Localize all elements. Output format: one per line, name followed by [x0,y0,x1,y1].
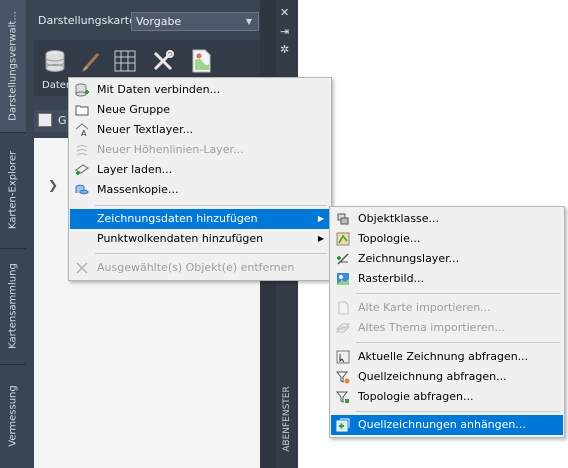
contour-layer-icon [75,143,89,157]
menu-item-neuer-hoehenlinien-layer[interactable]: Neuer Höhenlinien-Layer... [70,140,330,160]
database-icon[interactable] [42,48,68,74]
drawing-layer-icon [336,252,350,266]
menu-item-aktuelle-zeichnung-abfragen[interactable]: Aktuelle Zeichnung abfragen... [331,347,563,367]
submenu-zeichnungsdaten: Objektklasse... Topologie... Zeichnungsl… [329,206,565,438]
query-current-icon [336,350,350,364]
menu-item-neue-gruppe[interactable]: Neue Gruppe [70,100,330,120]
menu-item-massenkopie[interactable]: Massenkopie... [70,180,330,200]
menu-separator [356,342,560,343]
table-icon[interactable] [112,48,138,74]
tools-icon[interactable] [150,48,176,74]
menu-item-topologie-abfragen[interactable]: Topologie abfragen... [331,387,563,407]
context-menu: Mit Daten verbinden... Neue Gruppe A Neu… [68,77,332,281]
database-connect-icon [75,83,89,97]
tab-darstellungsverwaltung[interactable]: Darstellungsverwalt... [0,0,26,133]
menu-item-altes-thema-importieren[interactable]: Altes Thema importieren... [331,318,563,338]
submenu-arrow-icon: ▶ [317,234,324,243]
settings-icon[interactable]: ✲ [280,44,289,55]
menu-item-punktwolkendaten-hinzufuegen[interactable]: Punktwolkendaten hinzufügen ▶ [70,229,330,249]
bulk-copy-icon [75,183,89,197]
menu-item-zeichnungslayer[interactable]: Zeichnungslayer... [331,249,563,269]
palette-title-label: ABENFENSTER [282,386,292,452]
map-select-value: Vorgabe [136,15,182,28]
layer-view-icon[interactable] [38,113,52,127]
map-document-icon[interactable] [188,48,214,74]
attach-drawings-icon [336,418,350,432]
feature-class-icon [336,212,350,226]
raster-image-icon [336,272,350,286]
map-select-dropdown[interactable]: Vorgabe ▼ [131,12,259,31]
old-map-icon [336,301,350,315]
menu-item-quellzeichnung-abfragen[interactable]: Quellzeichnung abfragen... [331,367,563,387]
menu-item-alte-karte-importieren[interactable]: Alte Karte importieren... [331,298,563,318]
close-icon[interactable]: ✕ [280,7,289,18]
text-layer-icon: A [75,123,89,138]
menu-item-objektklasse[interactable]: Objektklasse... [331,209,563,229]
layer-load-icon [75,163,89,177]
chevron-down-icon: ▼ [245,17,252,26]
map-select-label: Darstellungskarte: [38,14,140,27]
topology-icon [336,232,350,246]
folder-icon [75,103,89,117]
menu-item-rasterbild[interactable]: Rasterbild... [331,269,563,289]
chevron-down-icon[interactable]: ❯ [48,178,58,192]
menu-item-neuer-textlayer[interactable]: A Neuer Textlayer... [70,120,330,140]
layer-toolbar-text: G [58,114,67,127]
tab-kartensammlung[interactable]: Kartensammlung [0,248,26,365]
tab-vermessung[interactable]: Vermessung [0,364,26,468]
query-source-icon [335,370,350,384]
menu-separator [95,205,327,206]
query-topology-icon [335,390,350,404]
menu-item-objekte-entfernen[interactable]: Ausgewählte(s) Objekt(e) entfernen [70,258,330,278]
menu-item-mit-daten-verbinden[interactable]: Mit Daten verbinden... [70,80,330,100]
old-theme-icon [335,321,351,335]
menu-separator [95,253,327,254]
remove-icon [75,261,89,275]
vertical-tab-strip: Darstellungsverwalt... Karten-Explorer K… [0,0,26,468]
menu-item-zeichnungsdaten-hinzufuegen[interactable]: Zeichnungsdaten hinzufügen ▶ [70,209,330,229]
tab-karten-explorer[interactable]: Karten-Explorer [0,132,26,249]
menu-separator [356,293,560,294]
menu-item-topologie[interactable]: Topologie... [331,229,563,249]
menu-separator [356,411,560,412]
menu-item-quellzeichnungen-anhaengen[interactable]: Quellzeichnungen anhängen... [331,415,563,435]
brush-icon[interactable] [78,48,104,74]
svg-text:A: A [81,129,87,137]
menu-item-layer-laden[interactable]: Layer laden... [70,160,330,180]
pin-icon[interactable]: ⇥ [280,26,289,37]
submenu-arrow-icon: ▶ [317,214,324,223]
